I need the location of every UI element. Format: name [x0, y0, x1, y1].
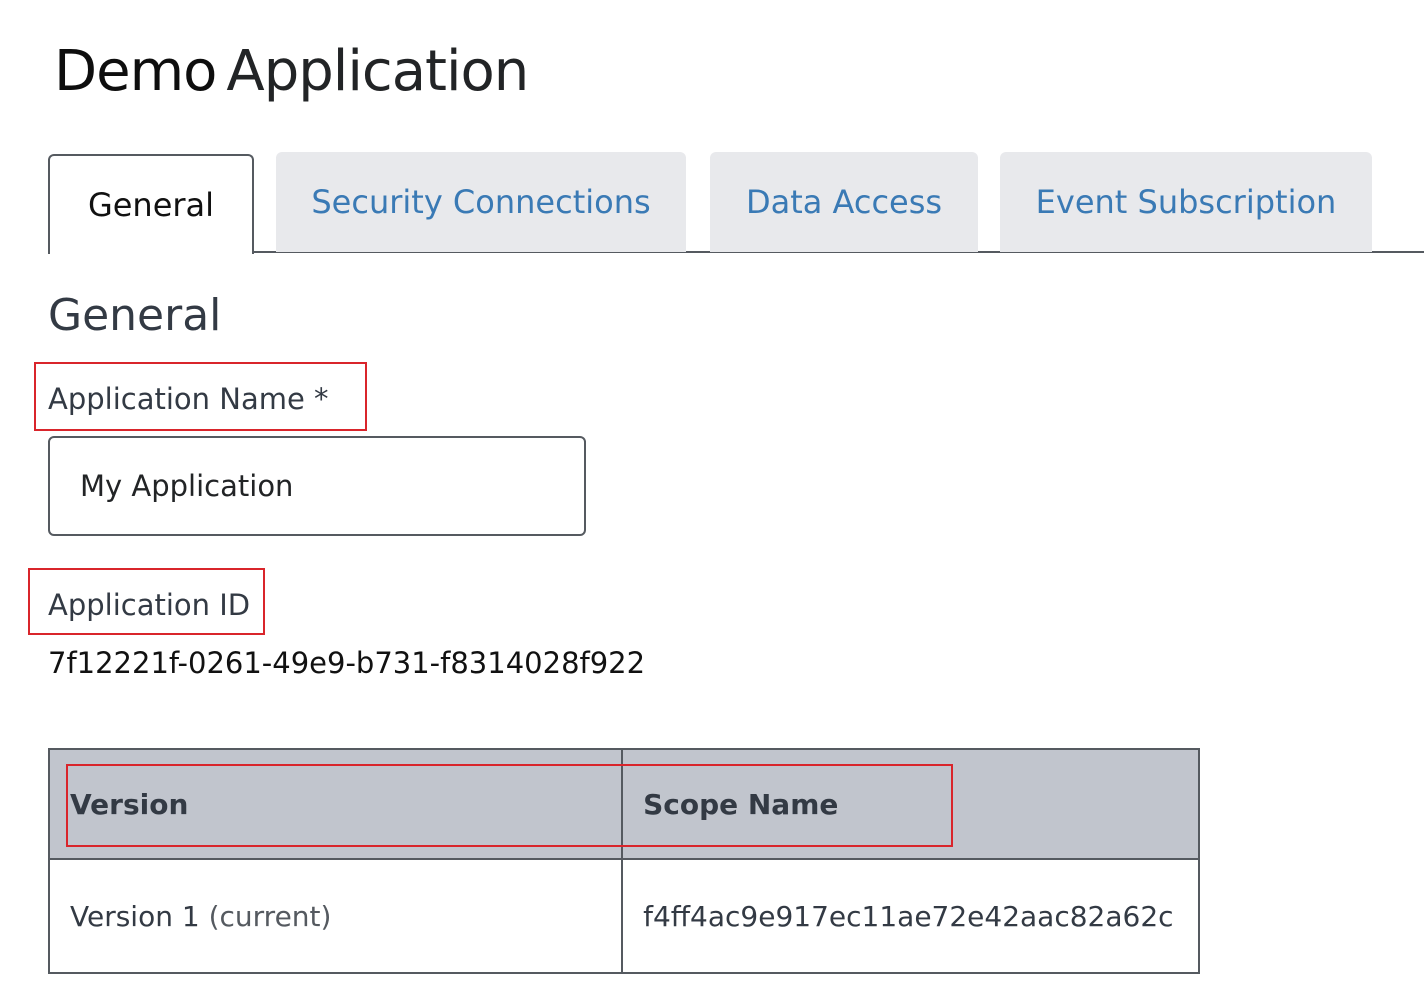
table-header-row: Version Scope Name — [47, 748, 1200, 860]
section-title: General — [48, 290, 222, 341]
version-current-note: (current) — [208, 899, 332, 933]
application-name-input[interactable] — [48, 436, 586, 536]
tab-data-access[interactable]: Data Access — [710, 152, 978, 252]
column-header-version: Version — [47, 748, 624, 860]
application-id-value: 7f12221f-0261-49e9-b731-f8314028f922 — [48, 646, 646, 680]
version-cell: Version 1 (current) — [47, 858, 624, 974]
column-header-scope-name: Scope Name — [621, 748, 1200, 860]
tab-general[interactable]: General — [48, 154, 254, 254]
application-id-label: Application ID — [48, 588, 251, 622]
page-title-part2: Application — [226, 39, 529, 104]
version-label: Version 1 — [70, 899, 200, 933]
versions-table: Version Scope Name Version 1 (current) f… — [47, 748, 1200, 974]
application-name-label: Application Name * — [48, 382, 329, 416]
tab-security-connections[interactable]: Security Connections — [276, 152, 686, 252]
scope-name-cell: f4ff4ac9e917ec11ae72e42aac82a62c — [621, 858, 1200, 974]
table-row: Version 1 (current) f4ff4ac9e917ec11ae72… — [47, 858, 1200, 974]
page-title: Demo Application — [54, 36, 529, 108]
tab-event-subscription[interactable]: Event Subscription — [1000, 152, 1372, 252]
page-title-part1: Demo — [54, 39, 217, 104]
